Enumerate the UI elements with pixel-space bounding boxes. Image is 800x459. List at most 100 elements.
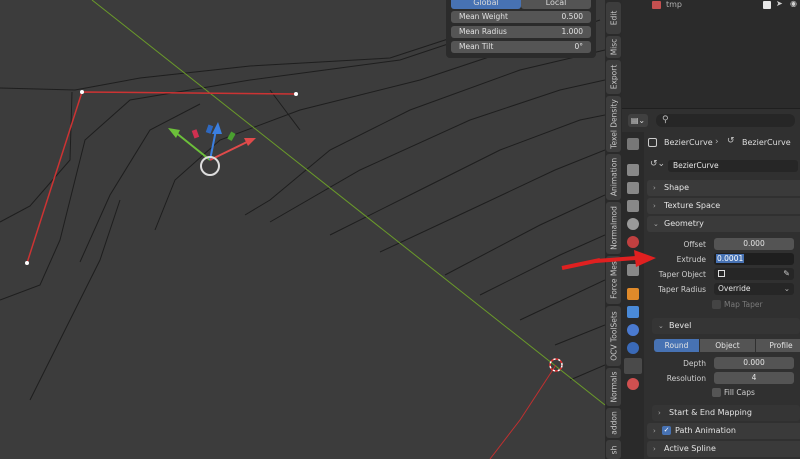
resolution-label: Resolution [666, 374, 706, 383]
transform-gizmo [168, 122, 256, 176]
depth-field[interactable]: 0.000 [714, 357, 794, 369]
outliner-row[interactable]: tmp ➤ ◉ [622, 0, 800, 10]
object-icon [648, 138, 657, 147]
view-layer-tab-icon[interactable] [627, 200, 639, 212]
breadcrumb-data: BezierCurve [742, 138, 791, 147]
bevel-mode-profile[interactable]: Profile [756, 339, 800, 352]
map-taper-label: Map Taper [724, 300, 763, 309]
properties-tabs [622, 132, 644, 459]
3d-viewport[interactable]: Global Local Mean Weight 0.500 Mean Radi… [0, 0, 605, 459]
render-tab-icon[interactable] [627, 164, 639, 176]
resolution-field[interactable]: 4 [714, 372, 794, 384]
mean-weight-label: Mean Weight [459, 12, 508, 21]
collection-icon [652, 1, 661, 9]
tab-ocv-toolsets[interactable]: OCV ToolSets [606, 306, 621, 366]
chevron-right-icon: › [658, 409, 661, 417]
extrude-value: 0.0001 [716, 254, 745, 263]
tab-addon[interactable]: addon [606, 408, 621, 438]
global-toggle[interactable]: Global [451, 0, 521, 9]
tab-normalmod[interactable]: Normalmod [606, 202, 621, 254]
breadcrumb-object: BezierCurve [664, 138, 713, 147]
tab-normals[interactable]: Normals [606, 368, 621, 406]
world-tab-icon[interactable] [627, 236, 639, 248]
bevel-mode-round[interactable]: Round [654, 339, 699, 352]
breadcrumb-separator: › [715, 137, 719, 147]
tab-misc[interactable]: Misc [606, 36, 621, 58]
chevron-right-icon: › [653, 184, 656, 192]
panel-texture-space[interactable]: › Texture Space [647, 198, 800, 214]
properties-search-input[interactable]: ⚲ [656, 114, 795, 127]
viewport-grid [0, 0, 605, 459]
tab-edit[interactable]: Edit [606, 2, 621, 34]
tab-texel-density[interactable]: Texel Density [606, 96, 621, 152]
taper-radius-value: Override [718, 284, 751, 293]
mean-tilt-value: 0° [574, 42, 583, 51]
local-toggle[interactable]: Local [521, 0, 591, 9]
outliner-item-label: tmp [666, 0, 683, 9]
panel-active-spline[interactable]: › Active Spline [647, 441, 800, 457]
curve-icon: ↺ [727, 136, 735, 146]
bevel-mode-object[interactable]: Object [700, 339, 755, 352]
properties-panel: BezierCurve › ↺ BezierCurve ↺⌄ BezierCur… [644, 132, 800, 459]
tool-tab-icon[interactable] [627, 138, 639, 150]
search-icon: ⚲ [662, 115, 669, 125]
fill-caps-checkbox[interactable] [712, 388, 721, 397]
output-tab-icon[interactable] [627, 182, 639, 194]
extrude-field[interactable]: 0.0001 [714, 253, 794, 265]
panel-start-end-mapping[interactable]: › Start & End Mapping [652, 405, 800, 421]
object-tab-icon[interactable] [627, 288, 639, 300]
chevron-down-icon: ⌄ [783, 284, 790, 293]
depth-label: Depth [683, 359, 706, 368]
bezier-curve [26, 91, 297, 264]
checkbox-icon[interactable] [763, 1, 771, 9]
visibility-icon[interactable]: ◉ [790, 0, 797, 8]
panel-path-animation[interactable]: › ✓ Path Animation [647, 423, 800, 439]
control-point [80, 90, 84, 94]
outliner: tmp ➤ ◉ [622, 0, 800, 108]
sidebar-tabs: Edit Misc Export Texel Density Animation… [605, 0, 622, 459]
scene-tab-icon[interactable] [627, 218, 639, 230]
panel-geometry[interactable]: ⌄ Geometry [647, 216, 800, 232]
taper-radius-select[interactable]: Override ⌄ [714, 283, 794, 295]
datablock-name-field[interactable]: BezierCurve [668, 160, 798, 172]
material-tab-icon[interactable] [627, 378, 639, 390]
annotation-arrowhead-icon [596, 250, 656, 267]
taper-radius-label: Taper Radius [658, 285, 706, 294]
offset-label: Offset [683, 240, 706, 249]
curve-data-tab-icon[interactable] [624, 358, 642, 374]
tab-sh[interactable]: sh [606, 440, 621, 459]
mean-weight-value: 0.500 [561, 12, 583, 21]
map-taper-checkbox[interactable] [712, 300, 721, 309]
particles-tab-icon[interactable] [627, 324, 639, 336]
path-animation-checkbox[interactable]: ✓ [662, 426, 671, 435]
chevron-right-icon: › [653, 427, 656, 435]
mean-radius-value: 1.000 [561, 27, 583, 36]
editor-type-icon[interactable]: ▤⌄ [628, 114, 648, 127]
panel-shape[interactable]: › Shape [647, 180, 800, 196]
select-arrow-icon[interactable]: ➤ [776, 0, 783, 8]
chevron-right-icon: › [653, 202, 656, 210]
item-panel: Global Local Mean Weight 0.500 Mean Radi… [446, 0, 596, 58]
panel-bevel[interactable]: ⌄ Bevel [652, 318, 800, 334]
object-icon [718, 270, 725, 277]
tab-animation[interactable]: Animation [606, 154, 621, 200]
chevron-down-icon: ⌄ [658, 322, 664, 330]
mean-tilt-field[interactable]: Mean Tilt 0° [451, 41, 591, 53]
eyedropper-icon[interactable]: ✎ [783, 268, 790, 280]
physics-tab-icon[interactable] [627, 342, 639, 354]
fill-caps-label: Fill Caps [724, 388, 755, 397]
taper-object-field[interactable]: ✎ [714, 268, 794, 280]
control-point [294, 92, 298, 96]
taper-object-label: Taper Object [658, 270, 706, 279]
mean-radius-field[interactable]: Mean Radius 1.000 [451, 26, 591, 38]
curve-datablock-icon[interactable]: ↺⌄ [650, 159, 665, 169]
tab-export[interactable]: Export [606, 60, 621, 94]
mean-radius-label: Mean Radius [459, 27, 507, 36]
x-axis-line [489, 364, 557, 459]
offset-field[interactable]: 0.000 [714, 238, 794, 250]
modifier-tab-icon[interactable] [627, 306, 639, 318]
chevron-down-icon: ⌄ [653, 220, 659, 228]
control-point [25, 261, 29, 265]
mean-weight-field[interactable]: Mean Weight 0.500 [451, 11, 591, 23]
mean-tilt-label: Mean Tilt [459, 42, 494, 51]
